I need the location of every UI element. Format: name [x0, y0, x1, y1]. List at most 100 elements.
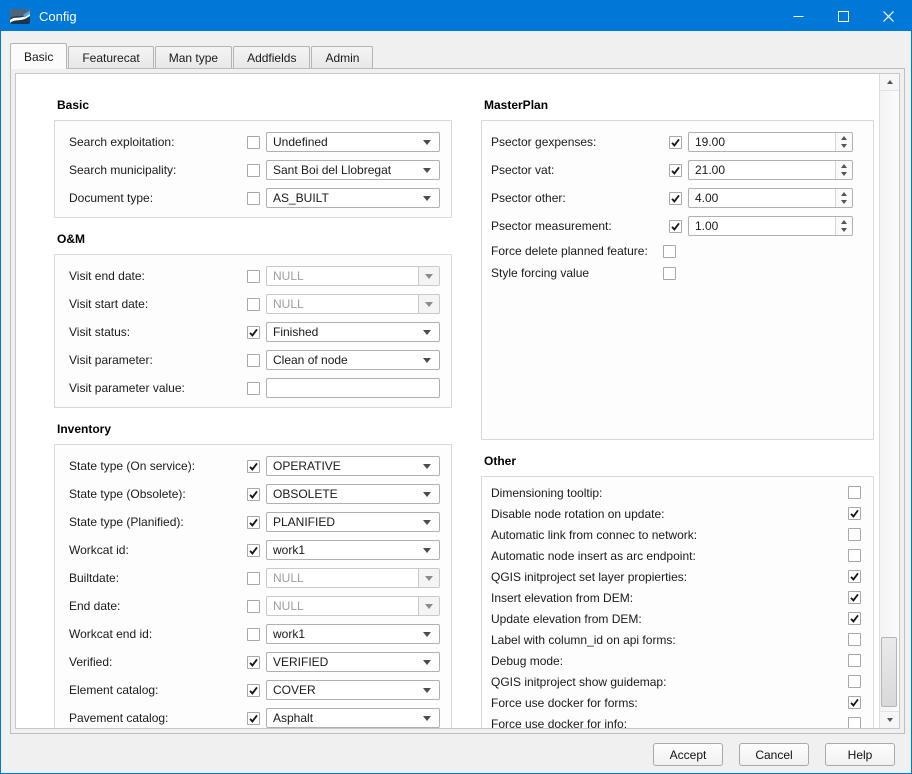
checkbox-search-exploitation[interactable] — [247, 136, 260, 149]
spinbox-buttons — [835, 217, 852, 235]
spin-up-button[interactable] — [841, 192, 847, 196]
tab-man-type[interactable]: Man type — [155, 46, 232, 68]
checkbox-psector-vat[interactable] — [669, 164, 682, 177]
checkbox-state-type-on-service[interactable] — [247, 460, 260, 473]
combo-visit-parameter[interactable]: Clean of node — [266, 350, 440, 370]
spin-down-button[interactable] — [841, 228, 847, 232]
accept-button[interactable]: Accept — [653, 743, 723, 766]
checkbox-visit-parameter-value[interactable] — [247, 382, 260, 395]
combo-dropdown-button[interactable] — [418, 267, 439, 285]
spin-up-button[interactable] — [841, 220, 847, 224]
combo-state-type-on-service[interactable]: OPERATIVE — [266, 456, 440, 476]
combo-dropdown-button[interactable] — [418, 597, 439, 615]
help-button[interactable]: Help — [825, 743, 895, 766]
combo-visit-status[interactable]: Finished — [266, 322, 440, 342]
checkbox-state-type-obsolete[interactable] — [247, 488, 260, 501]
dropdown-arrow-icon — [423, 196, 431, 201]
scrollbar-thumb[interactable] — [881, 637, 897, 707]
row-label: Element catalog: — [69, 683, 247, 697]
checkbox-dimensioning-tooltip[interactable] — [848, 486, 861, 499]
combo-value: AS_BUILT — [273, 191, 423, 205]
checkbox-state-type-planified[interactable] — [247, 516, 260, 529]
checkbox-search-municipality[interactable] — [247, 164, 260, 177]
checkbox-workcat-id[interactable] — [247, 544, 260, 557]
row-label: Psector vat: — [491, 163, 669, 177]
checkbox-visit-end-date[interactable] — [247, 270, 260, 283]
checkbox-visit-start-date[interactable] — [247, 298, 260, 311]
combo-document-type[interactable]: AS_BUILT — [266, 188, 440, 208]
checkbox-psector-gexpenses[interactable] — [669, 136, 682, 149]
combo-state-type-planified[interactable]: PLANIFIED — [266, 512, 440, 532]
checkmark-icon — [849, 571, 860, 582]
spinbox-psector-other[interactable]: 4.00 — [688, 188, 853, 208]
checkbox-element-catalog[interactable] — [247, 684, 260, 697]
checkbox-update-elevation-from-dem[interactable] — [848, 612, 861, 625]
checkbox-insert-elevation-from-dem[interactable] — [848, 591, 861, 604]
combo-visit-start-date[interactable]: NULL — [266, 294, 440, 314]
combo-dropdown-button[interactable] — [418, 295, 439, 313]
checkbox-pavement-catalog[interactable] — [247, 712, 260, 725]
combo-visit-end-date[interactable]: NULL — [266, 266, 440, 286]
checkbox-workcat-end-id[interactable] — [247, 628, 260, 641]
combo-state-type-obsolete[interactable]: OBSOLETE — [266, 484, 440, 504]
spin-down-button[interactable] — [841, 144, 847, 148]
tab-featurecat[interactable]: Featurecat — [68, 46, 153, 68]
checkbox-debug-mode[interactable] — [848, 654, 861, 667]
checkbox-visit-status[interactable] — [247, 326, 260, 339]
spin-up-button[interactable] — [841, 164, 847, 168]
cancel-button[interactable]: Cancel — [739, 743, 809, 766]
combo-pavement-catalog[interactable]: Asphalt — [266, 708, 440, 728]
tab-admin[interactable]: Admin — [311, 46, 373, 68]
spinbox-value: 21.00 — [695, 163, 835, 177]
close-button[interactable] — [866, 1, 911, 31]
combo-end-date[interactable]: NULL — [266, 596, 440, 616]
checkbox-disable-node-rotation-on-update[interactable] — [848, 507, 861, 520]
spin-down-button[interactable] — [841, 200, 847, 204]
row-label: Workcat end id: — [69, 627, 247, 641]
titlebar: Config — [1, 1, 911, 31]
window-controls — [776, 1, 911, 31]
checkbox-document-type[interactable] — [247, 192, 260, 205]
spinbox-psector-gexpenses[interactable]: 19.00 — [688, 132, 853, 152]
checkbox-psector-other[interactable] — [669, 192, 682, 205]
checkbox-force-use-docker-for-info[interactable] — [848, 717, 861, 729]
checkbox-qgis-initproject-set-layer-propierties[interactable] — [848, 570, 861, 583]
combo-search-municipality[interactable]: Sant Boi del Llobregat — [266, 160, 440, 180]
spin-up-button[interactable] — [841, 136, 847, 140]
spin-down-button[interactable] — [841, 172, 847, 176]
checkbox-automatic-link-from-connec-to-network[interactable] — [848, 528, 861, 541]
scroll-down-button[interactable] — [880, 711, 899, 728]
form-row-search-exploitation: Search exploitation:Undefined — [69, 128, 440, 156]
combo-builtdate[interactable]: NULL — [266, 568, 440, 588]
checkbox-end-date[interactable] — [247, 600, 260, 613]
dropdown-arrow-icon — [425, 604, 433, 609]
checkbox-label-with-column-id-on-api-forms[interactable] — [848, 633, 861, 646]
checkbox-qgis-initproject-show-guidemap[interactable] — [848, 675, 861, 688]
spinbox-psector-measurement[interactable]: 1.00 — [688, 216, 853, 236]
combo-dropdown-button[interactable] — [418, 569, 439, 587]
vertical-scrollbar[interactable] — [879, 74, 899, 728]
checkbox-force-delete-planned-feature[interactable] — [663, 245, 676, 258]
form-row-end-date: End date:NULL — [69, 592, 440, 620]
combo-element-catalog[interactable]: COVER — [266, 680, 440, 700]
tab-addfields[interactable]: Addfields — [233, 46, 310, 68]
spinbox-psector-vat[interactable]: 21.00 — [688, 160, 853, 180]
row-label: Psector other: — [491, 191, 669, 205]
combo-workcat-id[interactable]: work1 — [266, 540, 440, 560]
maximize-button[interactable] — [821, 1, 866, 31]
checkbox-automatic-node-insert-as-arc-endpoint[interactable] — [848, 549, 861, 562]
minimize-button[interactable] — [776, 1, 821, 31]
checkbox-visit-parameter[interactable] — [247, 354, 260, 367]
checkbox-verified[interactable] — [247, 656, 260, 669]
tab-basic[interactable]: Basic — [10, 43, 67, 69]
checkbox-force-use-docker-for-forms[interactable] — [848, 696, 861, 709]
text-input-visit-parameter-value[interactable] — [266, 378, 440, 398]
combo-search-exploitation[interactable]: Undefined — [266, 132, 440, 152]
scroll-up-button[interactable] — [880, 74, 899, 91]
combo-verified[interactable]: VERIFIED — [266, 652, 440, 672]
checkbox-builtdate[interactable] — [247, 572, 260, 585]
row-label: QGIS initproject show guidemap: — [491, 675, 848, 689]
combo-workcat-end-id[interactable]: work1 — [266, 624, 440, 644]
checkbox-psector-measurement[interactable] — [669, 220, 682, 233]
checkbox-style-forcing-value[interactable] — [663, 267, 676, 280]
